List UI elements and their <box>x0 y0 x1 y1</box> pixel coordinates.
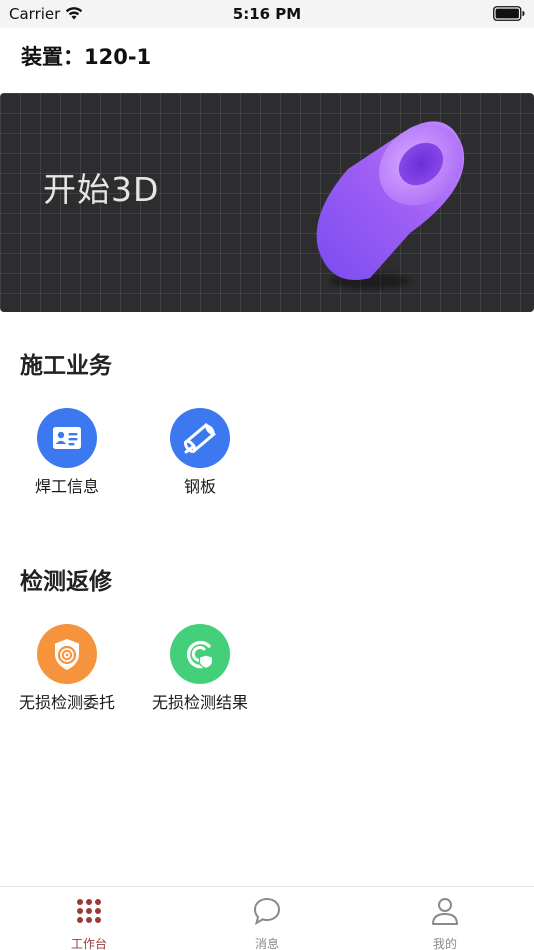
tile-welder-info[interactable]: 焊工信息 <box>2 408 132 508</box>
battery-icon <box>493 6 525 21</box>
scan-result-icon <box>170 624 230 684</box>
tab-label: 我的 <box>432 937 457 950</box>
tab-bar: 工作台 消息 我的 <box>0 886 534 950</box>
status-bar: Carrier 5:16 PM <box>0 0 534 28</box>
tile-ndt-result[interactable]: 无损检测结果 <box>135 624 265 724</box>
tile-label: 无损检测结果 <box>151 693 248 712</box>
device-title: 装置：120-1 <box>21 45 152 69</box>
banner-title: 开始3D <box>43 170 160 209</box>
tile-steel-plate[interactable]: 钢板 <box>135 408 265 508</box>
tab-messages[interactable]: 消息 <box>178 887 356 950</box>
tile-label: 焊工信息 <box>34 477 99 496</box>
tile-label: 无损检测委托 <box>18 693 115 712</box>
tab-label: 工作台 <box>70 937 107 950</box>
cylinder-3d-icon <box>316 121 465 289</box>
section-title-construction: 施工业务 <box>20 353 112 379</box>
tab-profile[interactable]: 我的 <box>356 887 534 950</box>
steel-plate-icon <box>170 408 230 468</box>
id-card-icon <box>37 408 97 468</box>
section-title-inspection: 检测返修 <box>20 569 112 595</box>
tile-label: 钢板 <box>183 477 216 496</box>
chat-bubble-icon <box>253 897 281 926</box>
tab-label: 消息 <box>254 937 279 950</box>
person-icon <box>432 898 458 925</box>
grid-dots-icon <box>77 899 101 923</box>
shield-radar-icon <box>37 624 97 684</box>
start-3d-banner[interactable]: 开始3D <box>0 93 534 312</box>
tile-ndt-commission[interactable]: 无损检测委托 <box>2 624 132 724</box>
status-time: 5:16 PM <box>232 5 302 23</box>
tab-workbench[interactable]: 工作台 <box>0 887 178 950</box>
